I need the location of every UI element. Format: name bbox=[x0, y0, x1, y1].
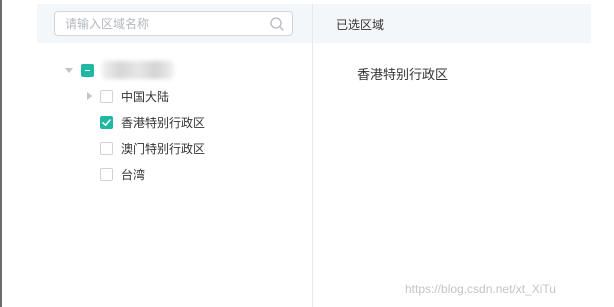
tree-node-label[interactable]: 香港特别行政区 bbox=[121, 114, 205, 131]
tree-node-hongkong[interactable]: 香港特别行政区 bbox=[100, 111, 205, 133]
hongkong-checkbox[interactable] bbox=[100, 115, 113, 129]
tree-node-label[interactable]: 中国大陆 bbox=[121, 88, 169, 105]
search-box[interactable] bbox=[54, 11, 293, 36]
search-header bbox=[37, 4, 313, 43]
selected-item: 香港特别行政区 bbox=[357, 68, 449, 83]
checkmark-icon bbox=[102, 118, 111, 126]
tree-node-root[interactable] bbox=[63, 59, 174, 81]
root-checkbox[interactable] bbox=[81, 63, 94, 77]
selected-header: 已选区域 bbox=[313, 4, 591, 43]
region-tree-panel: 中国大陆 香港特别行政区 澳门特别行政区 台湾 bbox=[37, 4, 313, 307]
tree-node-mainland[interactable]: 中国大陆 bbox=[83, 85, 169, 107]
search-icon[interactable] bbox=[269, 16, 285, 32]
caret-right-icon[interactable] bbox=[83, 90, 95, 102]
caret-down-icon[interactable] bbox=[63, 64, 75, 76]
window-left-edge bbox=[0, 0, 2, 307]
selected-region-panel: 已选区域 香港特别行政区 bbox=[313, 4, 591, 307]
mainland-checkbox[interactable] bbox=[100, 89, 113, 103]
root-label-blurred bbox=[102, 61, 174, 79]
search-input[interactable] bbox=[65, 14, 255, 33]
macau-checkbox[interactable] bbox=[100, 141, 113, 155]
tree-node-taiwan[interactable]: 台湾 bbox=[100, 163, 145, 185]
tree-node-label[interactable]: 台湾 bbox=[121, 166, 145, 183]
taiwan-checkbox[interactable] bbox=[100, 167, 113, 181]
selected-title: 已选区域 bbox=[336, 18, 385, 32]
tree-node-macau[interactable]: 澳门特别行政区 bbox=[100, 137, 205, 159]
tree-node-label[interactable]: 澳门特别行政区 bbox=[121, 140, 205, 157]
watermark: https://blog.csdn.net/xt_XiTu bbox=[405, 282, 556, 296]
